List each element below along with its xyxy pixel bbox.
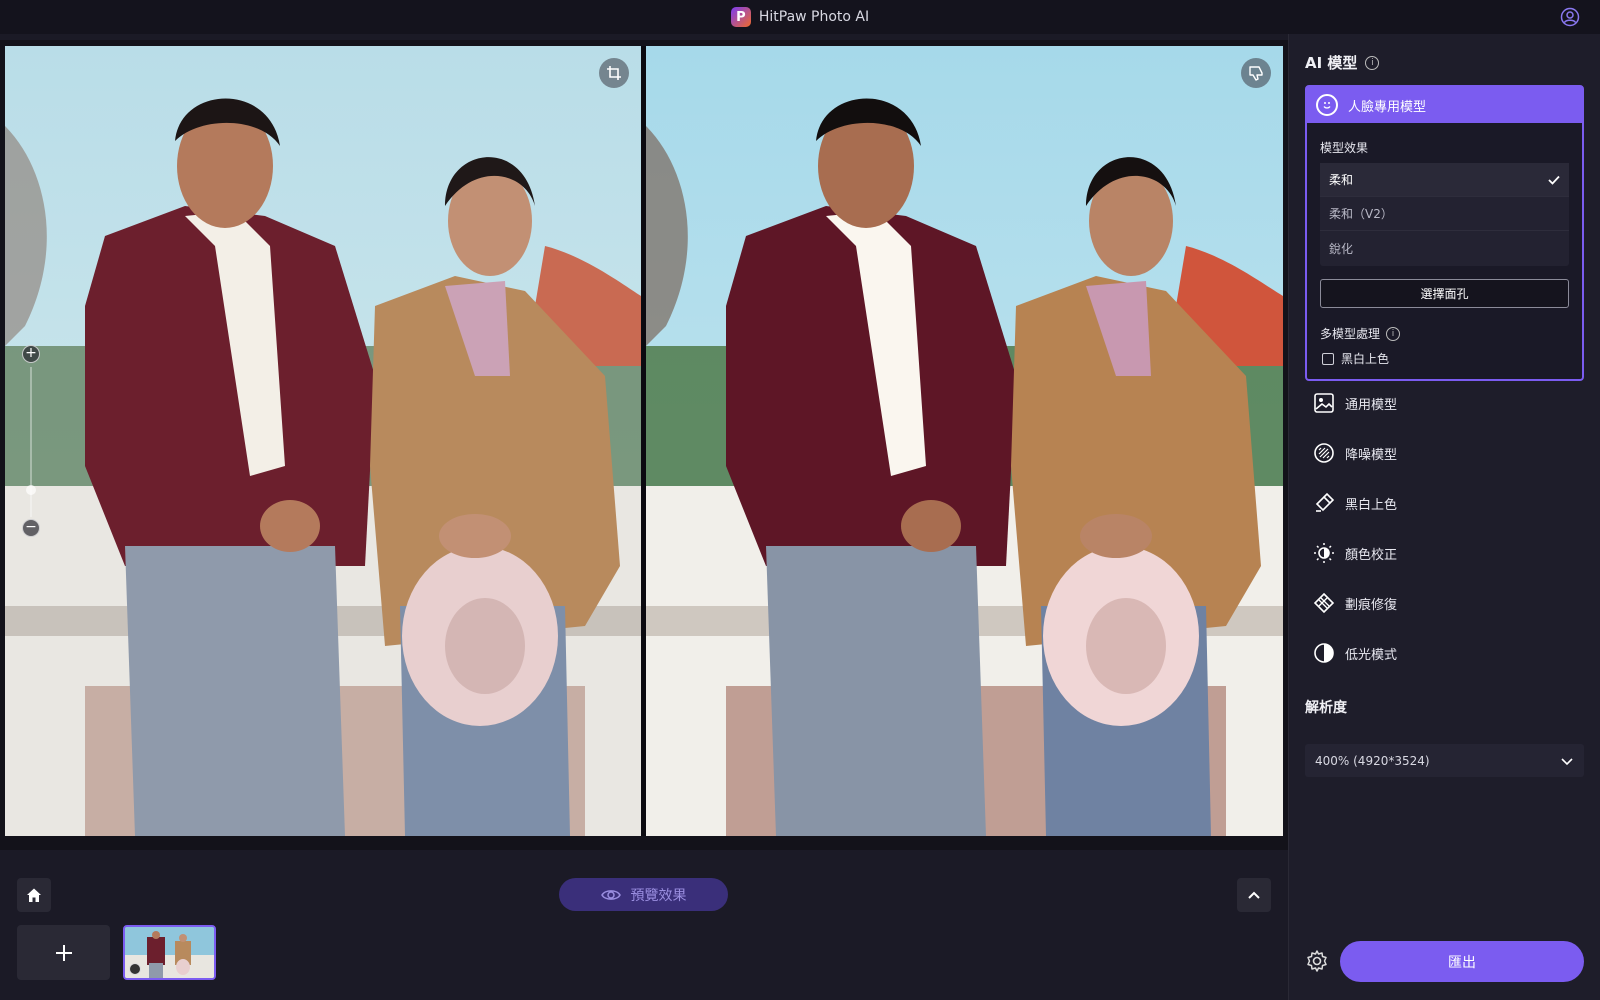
model-denoise[interactable]: 降噪模型: [1313, 440, 1397, 466]
thumbs-down-icon: [1249, 66, 1263, 81]
model-general[interactable]: 通用模型: [1313, 390, 1397, 416]
face-model-title: 人臉專用模型: [1348, 99, 1427, 115]
face-icon: [1316, 94, 1338, 116]
zoom-out-button[interactable]: −: [22, 519, 40, 537]
zoom-control: + −: [20, 345, 42, 537]
resolution-value: 400% (4920*3524): [1315, 753, 1430, 768]
home-button[interactable]: [17, 878, 51, 912]
original-photo[interactable]: [5, 46, 641, 836]
home-icon: [27, 888, 41, 902]
effect-option-label: 柔和: [1329, 173, 1354, 187]
model-label: 黑白上色: [1345, 497, 1398, 513]
chevron-down-icon: [1561, 758, 1573, 766]
export-button[interactable]: 匯出: [1340, 941, 1584, 982]
effect-option-label: 銳化: [1329, 241, 1354, 256]
eye-icon: [600, 889, 621, 900]
bw-colorize-checkbox[interactable]: [1322, 352, 1334, 365]
model-label: 低光模式: [1345, 647, 1398, 663]
app-title: HitPaw Photo AI: [758, 9, 870, 25]
ai-badge-icon: [129, 963, 141, 975]
preview-effect-button[interactable]: 預覽效果: [559, 878, 728, 911]
bw-colorize-checkbox-row[interactable]: 黑白上色: [1322, 350, 1389, 367]
zoom-slider-handle[interactable]: [26, 485, 36, 495]
bw-colorize-checkbox-label: 黑白上色: [1341, 352, 1390, 366]
effect-option-sharpen[interactable]: 銳化: [1320, 231, 1569, 265]
original-photo-image: [5, 46, 641, 836]
add-image-button[interactable]: [17, 925, 110, 980]
image-thumbnail[interactable]: [123, 925, 216, 980]
ai-model-heading: AI 模型 i: [1305, 52, 1380, 73]
denoise-icon: [1314, 443, 1334, 463]
multi-model-label-text: 多模型處理: [1320, 327, 1381, 341]
effect-option-soft-v2[interactable]: 柔和（V2）: [1320, 197, 1569, 231]
chevron-up-icon: [1248, 891, 1260, 899]
collapse-panel-button[interactable]: [1237, 878, 1271, 912]
face-model-card: 人臉專用模型 模型效果 柔和 柔和（V2） 銳化 選擇面孔 多模型處理 i 黑白…: [1305, 85, 1584, 381]
preview-effect-label: 預覽效果: [630, 887, 687, 904]
title-bar: P HitPaw Photo AI: [0, 0, 1600, 34]
settings-gear-icon[interactable]: [1305, 949, 1329, 973]
scratch-repair-icon: [1313, 592, 1335, 614]
model-label: 劃痕修復: [1345, 597, 1398, 613]
user-account-icon[interactable]: [1560, 7, 1580, 27]
check-icon: [1548, 175, 1560, 185]
select-face-button[interactable]: 選擇面孔: [1320, 279, 1569, 308]
ai-model-heading-label: AI 模型: [1305, 54, 1358, 72]
crop-icon: [607, 66, 621, 80]
bottom-toolbar: 預覽效果: [0, 860, 1288, 1000]
app-title-group: P HitPaw Photo AI: [730, 7, 870, 27]
model-effect-list: 柔和 柔和（V2） 銳化: [1320, 163, 1569, 266]
model-label: 通用模型: [1345, 397, 1398, 413]
model-colorize[interactable]: 黑白上色: [1313, 490, 1397, 516]
comparison-canvas: + −: [0, 40, 1288, 850]
image-icon: [1314, 393, 1334, 413]
enhanced-photo[interactable]: [646, 46, 1283, 836]
model-effect-label: 模型效果: [1320, 141, 1369, 155]
enhanced-photo-image: [646, 46, 1283, 836]
feedback-button[interactable]: [1241, 58, 1271, 88]
model-label: 降噪模型: [1345, 447, 1398, 463]
low-light-icon: [1314, 643, 1334, 663]
resolution-heading: 解析度: [1305, 700, 1347, 716]
model-label: 顏色校正: [1345, 547, 1398, 563]
right-sidebar: AI 模型 i 人臉專用模型 模型效果 柔和 柔和（V2） 銳化 選擇面孔 多模…: [1288, 34, 1600, 1000]
multi-model-label: 多模型處理 i: [1320, 325, 1401, 342]
info-icon[interactable]: i: [1386, 326, 1401, 341]
effect-option-label: 柔和（V2）: [1329, 207, 1393, 221]
app-logo-icon: P: [730, 7, 751, 27]
zoom-in-button[interactable]: +: [22, 345, 40, 363]
effect-option-soft[interactable]: 柔和: [1320, 163, 1569, 197]
info-icon[interactable]: i: [1365, 55, 1380, 70]
model-scratch-repair[interactable]: 劃痕修復: [1313, 590, 1397, 616]
face-model-header[interactable]: 人臉專用模型: [1307, 87, 1582, 123]
model-color-correction[interactable]: 顏色校正: [1313, 540, 1397, 566]
model-low-light[interactable]: 低光模式: [1313, 640, 1397, 666]
crop-button[interactable]: [599, 58, 629, 88]
resolution-select[interactable]: 400% (4920*3524): [1305, 744, 1584, 777]
brightness-icon: [1314, 543, 1334, 563]
colorize-icon: [1315, 492, 1335, 512]
plus-icon: [55, 944, 72, 961]
